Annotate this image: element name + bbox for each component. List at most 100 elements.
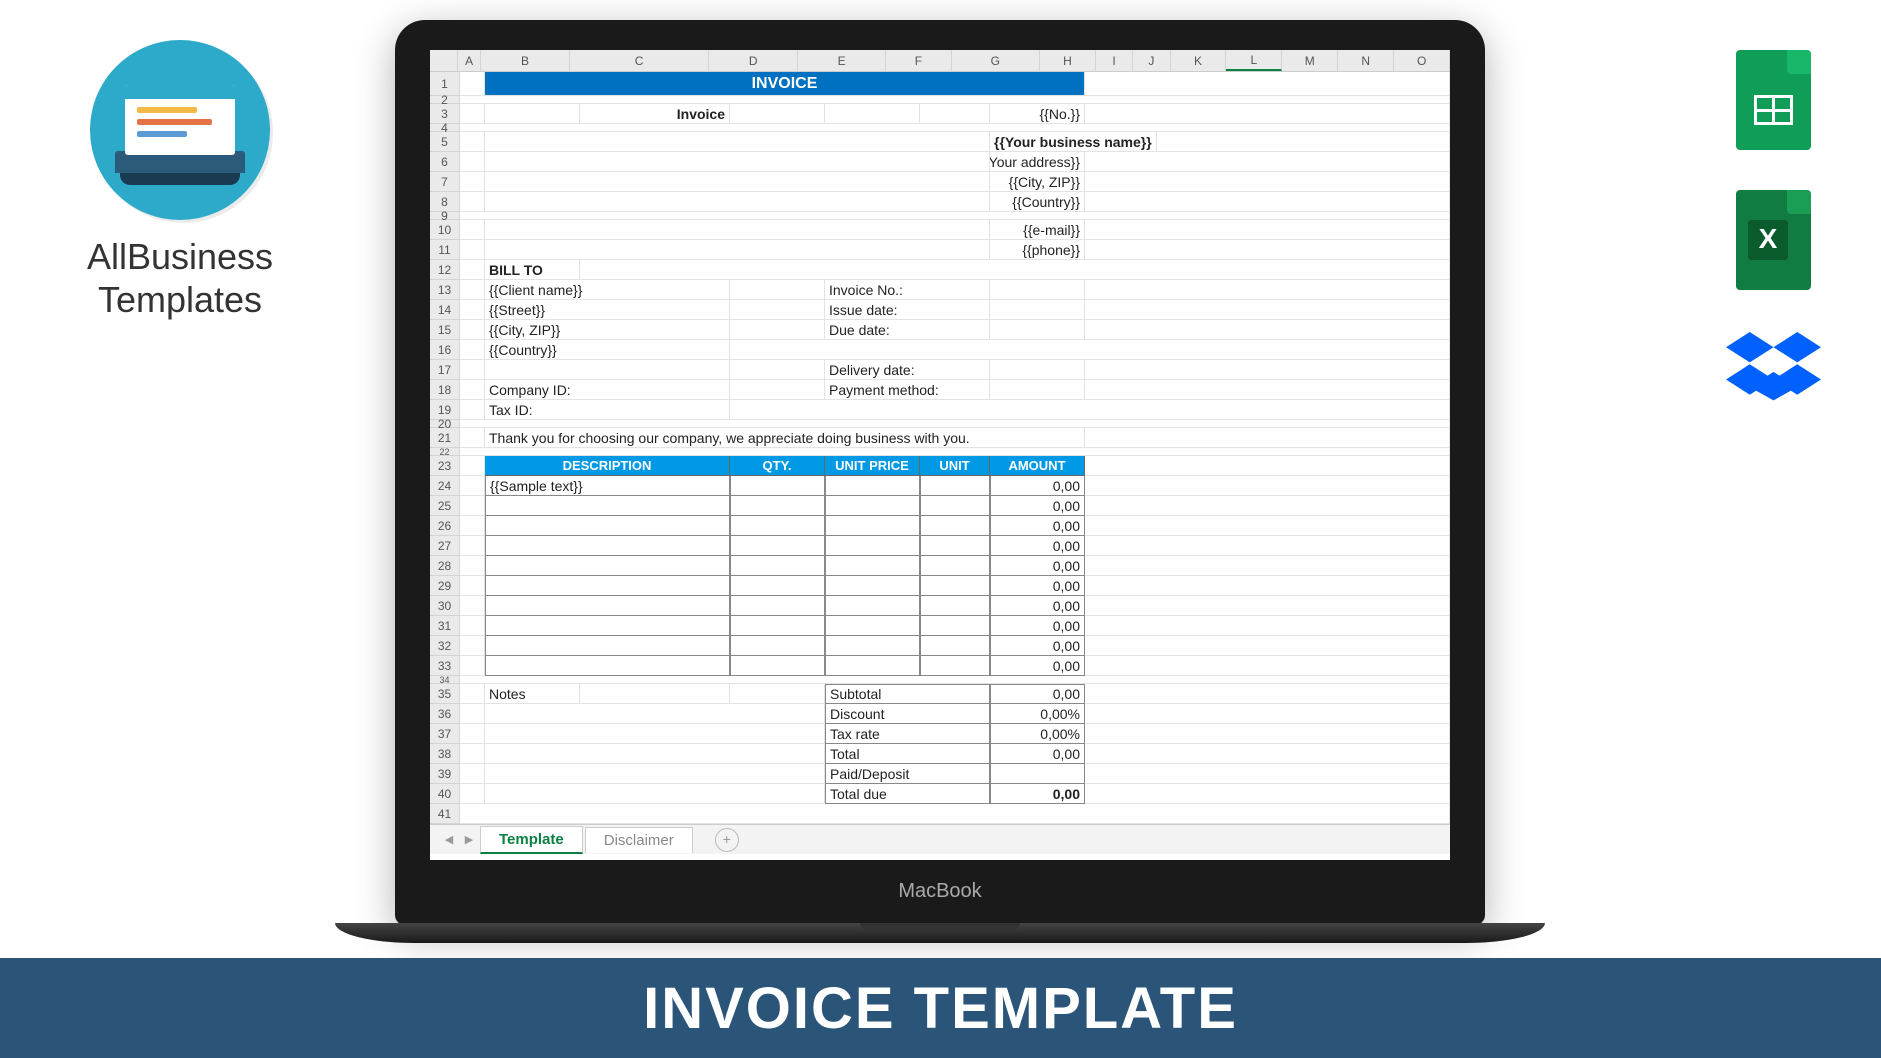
meta-issue-date[interactable]: Issue date: bbox=[825, 300, 990, 320]
hdr-amount[interactable]: AMOUNT bbox=[990, 456, 1085, 476]
row-16[interactable]: 16 bbox=[430, 340, 460, 360]
col-K[interactable]: K bbox=[1171, 50, 1227, 71]
hdr-price[interactable]: UNIT PRICE bbox=[825, 456, 920, 476]
hdr-unit[interactable]: UNIT bbox=[920, 456, 990, 476]
col-H[interactable]: H bbox=[1040, 50, 1096, 71]
item-desc-1[interactable]: {{Sample text}} bbox=[485, 476, 730, 496]
tab-add-button[interactable]: + bbox=[715, 828, 739, 852]
col-F[interactable]: F bbox=[886, 50, 951, 71]
due-value[interactable]: 0,00 bbox=[990, 784, 1085, 804]
tab-nav-next-icon[interactable]: ▶ bbox=[460, 833, 478, 846]
row-31[interactable]: 31 bbox=[430, 616, 460, 636]
paid-label[interactable]: Paid/Deposit bbox=[825, 764, 990, 784]
col-O[interactable]: O bbox=[1394, 50, 1450, 71]
tab-template[interactable]: Template bbox=[480, 826, 583, 854]
col-J[interactable]: J bbox=[1133, 50, 1170, 71]
row-25[interactable]: 25 bbox=[430, 496, 460, 516]
paid-value[interactable] bbox=[990, 764, 1085, 784]
row-7[interactable]: 7 bbox=[430, 172, 460, 192]
row-9[interactable]: 9 bbox=[430, 212, 460, 220]
row-15[interactable]: 15 bbox=[430, 320, 460, 340]
bill-street[interactable]: {{Street}} bbox=[485, 300, 730, 320]
from-email[interactable]: {{e-mail}} bbox=[990, 220, 1085, 240]
row-39[interactable]: 39 bbox=[430, 764, 460, 784]
due-label[interactable]: Total due bbox=[825, 784, 990, 804]
meta-payment[interactable]: Payment method: bbox=[825, 380, 990, 400]
meta-due-date[interactable]: Due date: bbox=[825, 320, 990, 340]
invoice-title[interactable]: INVOICE bbox=[485, 72, 1085, 96]
spreadsheet-screen: A B C D E F G H I J K L M N O 1IN bbox=[430, 50, 1450, 860]
row-33[interactable]: 33 bbox=[430, 656, 460, 676]
subtotal-value[interactable]: 0,00 bbox=[990, 684, 1085, 704]
col-L[interactable]: L bbox=[1226, 50, 1282, 71]
subtotal-label[interactable]: Subtotal bbox=[825, 684, 990, 704]
row-5[interactable]: 5 bbox=[430, 132, 460, 152]
row-34[interactable]: 34 bbox=[430, 676, 460, 684]
row-27[interactable]: 27 bbox=[430, 536, 460, 556]
col-D[interactable]: D bbox=[709, 50, 797, 71]
col-I[interactable]: I bbox=[1096, 50, 1133, 71]
hdr-qty[interactable]: QTY. bbox=[730, 456, 825, 476]
row-10[interactable]: 10 bbox=[430, 220, 460, 240]
from-city[interactable]: {{City, ZIP}} bbox=[990, 172, 1085, 192]
meta-delivery[interactable]: Delivery date: bbox=[825, 360, 990, 380]
discount-value[interactable]: 0,00% bbox=[990, 704, 1085, 724]
total-label[interactable]: Total bbox=[825, 744, 990, 764]
row-22[interactable]: 22 bbox=[430, 448, 460, 456]
row-38[interactable]: 38 bbox=[430, 744, 460, 764]
row-32[interactable]: 32 bbox=[430, 636, 460, 656]
col-G[interactable]: G bbox=[952, 50, 1040, 71]
invoice-label[interactable]: Invoice bbox=[580, 104, 730, 124]
row-18[interactable]: 18 bbox=[430, 380, 460, 400]
total-value[interactable]: 0,00 bbox=[990, 744, 1085, 764]
tax-label[interactable]: Tax rate bbox=[825, 724, 990, 744]
row-36[interactable]: 36 bbox=[430, 704, 460, 724]
row-21[interactable]: 21 bbox=[430, 428, 460, 448]
row-23[interactable]: 23 bbox=[430, 456, 460, 476]
row-14[interactable]: 14 bbox=[430, 300, 460, 320]
row-30[interactable]: 30 bbox=[430, 596, 460, 616]
row-17[interactable]: 17 bbox=[430, 360, 460, 380]
row-24[interactable]: 24 bbox=[430, 476, 460, 496]
from-business[interactable]: {{Your business name}} bbox=[990, 132, 1157, 152]
row-11[interactable]: 11 bbox=[430, 240, 460, 260]
tax-id[interactable]: Tax ID: bbox=[485, 400, 730, 420]
row-4[interactable]: 4 bbox=[430, 124, 460, 132]
col-C[interactable]: C bbox=[570, 50, 710, 71]
meta-invoice-no[interactable]: Invoice No.: bbox=[825, 280, 990, 300]
bill-to-label[interactable]: BILL TO bbox=[485, 260, 580, 280]
tab-disclaimer[interactable]: Disclaimer bbox=[585, 827, 693, 853]
thanks-message[interactable]: Thank you for choosing our company, we a… bbox=[485, 428, 1085, 448]
col-A[interactable]: A bbox=[458, 50, 481, 71]
row-2[interactable]: 2 bbox=[430, 96, 460, 104]
from-phone[interactable]: {{phone}} bbox=[990, 240, 1085, 260]
col-N[interactable]: N bbox=[1338, 50, 1394, 71]
row-37[interactable]: 37 bbox=[430, 724, 460, 744]
col-B[interactable]: B bbox=[481, 50, 569, 71]
invoice-no-value[interactable]: {{No.}} bbox=[990, 104, 1085, 124]
hdr-description[interactable]: DESCRIPTION bbox=[485, 456, 730, 476]
row-41[interactable]: 41 bbox=[430, 804, 460, 824]
row-28[interactable]: 28 bbox=[430, 556, 460, 576]
col-E[interactable]: E bbox=[798, 50, 886, 71]
tab-nav-prev-icon[interactable]: ◀ bbox=[440, 833, 458, 846]
discount-label[interactable]: Discount bbox=[825, 704, 990, 724]
from-country[interactable]: {{Country}} bbox=[990, 192, 1085, 212]
row-35[interactable]: 35 bbox=[430, 684, 460, 704]
bill-client[interactable]: {{Client name}} bbox=[485, 280, 730, 300]
bill-country[interactable]: {{Country}} bbox=[485, 340, 730, 360]
notes-label[interactable]: Notes bbox=[485, 684, 580, 704]
row-12[interactable]: 12 bbox=[430, 260, 460, 280]
row-29[interactable]: 29 bbox=[430, 576, 460, 596]
row-6[interactable]: 6 bbox=[430, 152, 460, 172]
bill-city[interactable]: {{City, ZIP}} bbox=[485, 320, 730, 340]
row-20[interactable]: 20 bbox=[430, 420, 460, 428]
row-13[interactable]: 13 bbox=[430, 280, 460, 300]
col-M[interactable]: M bbox=[1282, 50, 1338, 71]
item-amt-1[interactable]: 0,00 bbox=[990, 476, 1085, 496]
row-26[interactable]: 26 bbox=[430, 516, 460, 536]
from-address[interactable]: {{Your address}} bbox=[990, 152, 1085, 172]
row-40[interactable]: 40 bbox=[430, 784, 460, 804]
tax-value[interactable]: 0,00% bbox=[990, 724, 1085, 744]
company-id[interactable]: Company ID: bbox=[485, 380, 730, 400]
